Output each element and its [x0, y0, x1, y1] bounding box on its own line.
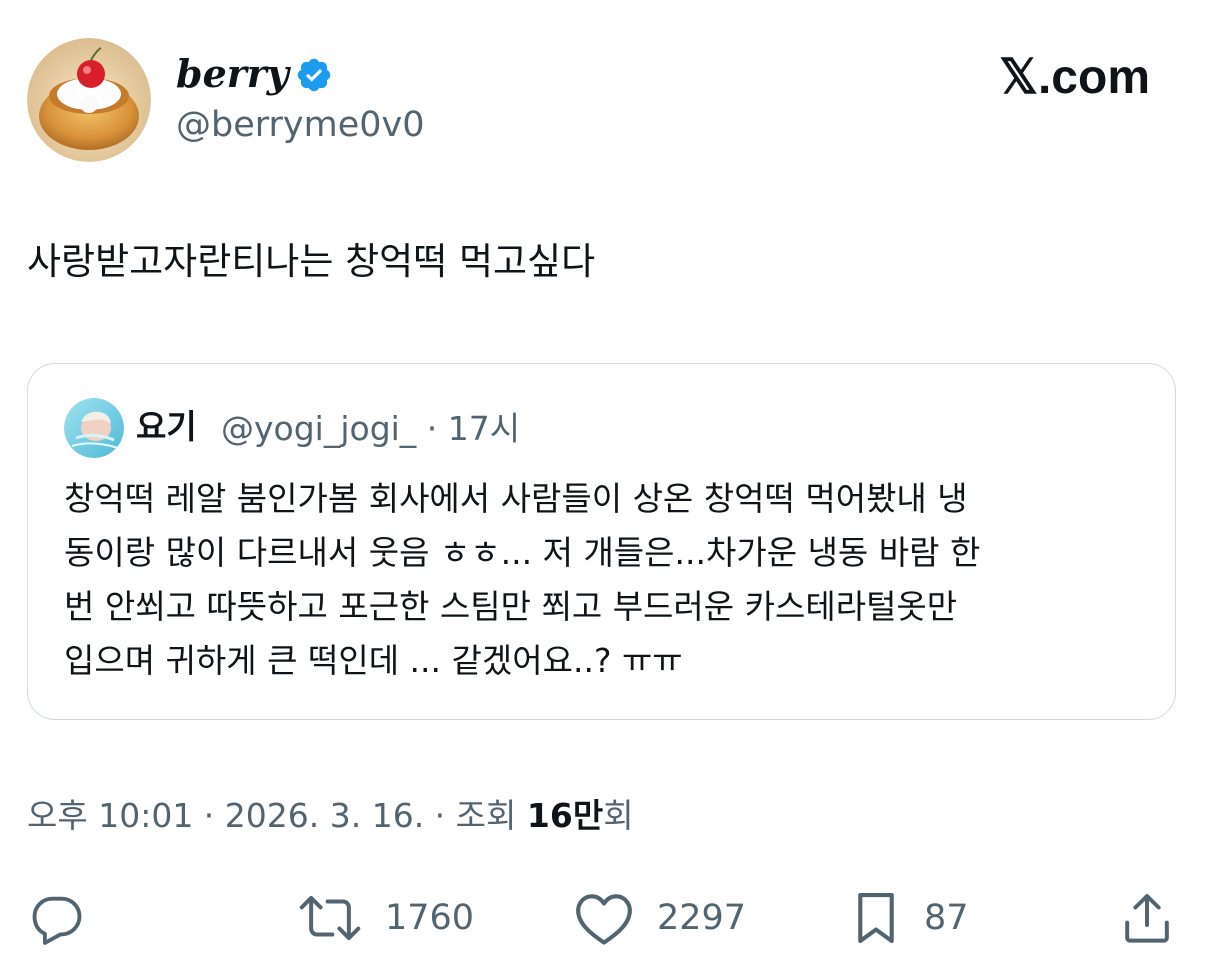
bookmark-button[interactable]: 87 — [850, 880, 969, 955]
view-count-suffix: 회 — [603, 796, 634, 835]
quoted-text-line: 입으며 귀하게 큰 떡인데 ... 같겠어요..? ㅠㅠ — [64, 641, 683, 680]
share-icon — [1125, 893, 1169, 943]
retweet-button[interactable]: 1760 — [297, 880, 474, 955]
tweet-text: 사랑받고자란티나는 창억떡 먹고싶다 — [27, 240, 596, 283]
quoted-author-avatar[interactable] — [64, 398, 124, 458]
quoted-text-line: 번 안쐬고 따뜻하고 포근한 스팀만 쬐고 부드러운 카스테라털옷만 — [64, 587, 958, 626]
quoted-author-handle-time[interactable]: @yogi_jogi_ · 17시 — [221, 406, 520, 452]
author-handle[interactable]: @berryme0v0 — [176, 102, 425, 148]
quoted-text-line: 창억떡 레알 붐인가봄 회사에서 사람들이 상온 창억떡 먹어봤내 냉 — [64, 479, 968, 518]
action-bar: 1760 2297 87 — [0, 880, 1206, 955]
retweet-icon — [299, 895, 361, 940]
bookmark-count: 87 — [924, 897, 969, 938]
tweet-meta: 오후 10:01 · 2026. 3. 16. · 조회 16만회 — [27, 793, 634, 839]
author-avatar[interactable] — [27, 38, 151, 162]
quoted-text-line: 동이랑 많이 다르내서 웃음 ㅎㅎ... 저 개들은...차가운 냉동 바람 한 — [64, 533, 981, 572]
quoted-tweet-text: 창억떡 레알 붐인가봄 회사에서 사람들이 상온 창억떡 먹어봤내 냉 동이랑 … — [64, 472, 1154, 688]
bookmark-icon — [858, 892, 894, 943]
like-count: 2297 — [657, 897, 747, 938]
like-button[interactable]: 2297 — [573, 880, 746, 955]
share-button[interactable] — [1119, 880, 1175, 955]
retweet-count: 1760 — [385, 897, 475, 938]
pudding-avatar-image — [27, 38, 151, 162]
view-count: 16만 — [526, 796, 604, 835]
author-display-name[interactable]: berry — [176, 48, 289, 100]
swimmer-avatar-image — [64, 398, 124, 458]
reply-button[interactable] — [28, 880, 86, 955]
reply-icon — [32, 896, 82, 945]
heart-icon — [576, 893, 632, 945]
tweet-screenshot: berry @berryme0v0 𝕏.com 사랑받고자란티나는 창억떡 먹고… — [0, 0, 1206, 973]
x-com-brand: 𝕏.com — [999, 51, 1150, 104]
quoted-author-name[interactable]: 요기 — [136, 404, 197, 450]
verified-badge-icon — [297, 58, 331, 92]
tweet-time-date[interactable]: 오후 10:01 · 2026. 3. 16. · 조회 — [27, 796, 527, 835]
quoted-tweet-card[interactable]: 요기 @yogi_jogi_ · 17시 창억떡 레알 붐인가봄 회사에서 사람… — [27, 363, 1176, 720]
